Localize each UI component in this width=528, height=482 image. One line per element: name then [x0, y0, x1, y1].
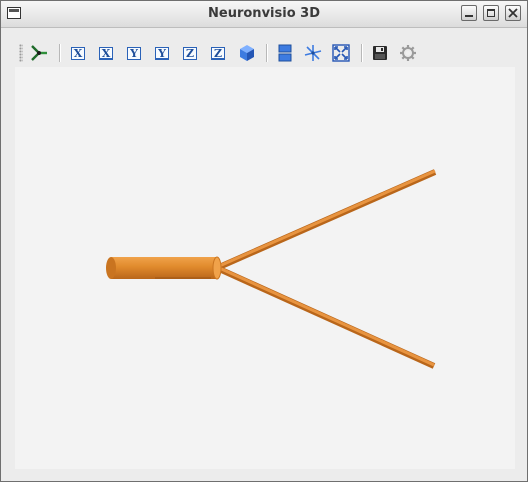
view-x-button[interactable]: X [67, 42, 89, 64]
axis-y-opposite-icon: Y [155, 46, 169, 60]
fit-view-icon [332, 44, 350, 62]
view-x-opposite-button[interactable]: X [95, 42, 117, 64]
fit-all-button[interactable] [330, 42, 352, 64]
toolbar-grip[interactable] [19, 44, 23, 62]
toolbar-separator [266, 44, 268, 62]
app-window: Neuronvisio 3D X X Y Y Z Z [0, 0, 528, 482]
view-z-opposite-button[interactable]: Z [207, 42, 229, 64]
main-toolbar: X X Y Y Z Z [15, 39, 515, 67]
window-title: Neuronvisio 3D [208, 6, 320, 21]
view-y-button[interactable]: Y [123, 42, 145, 64]
view-y-opposite-button[interactable]: Y [151, 42, 173, 64]
maximize-button[interactable] [483, 5, 499, 21]
gear-icon [400, 45, 416, 61]
settings-button[interactable] [397, 42, 419, 64]
axis-x-opposite-icon: X [99, 46, 113, 60]
floppy-disk-icon [373, 46, 387, 60]
close-icon [508, 8, 518, 18]
axis-z-opposite-icon: Z [211, 46, 225, 60]
neuron-scene [106, 169, 437, 369]
axis-x-icon: X [71, 46, 85, 60]
save-button[interactable] [369, 42, 391, 64]
close-button[interactable] [505, 5, 521, 21]
pointer-tripod-icon [31, 45, 47, 61]
toolbar-separator [59, 44, 61, 62]
minimize-button[interactable] [461, 5, 477, 21]
center-view-button[interactable] [302, 42, 324, 64]
upper-dendrite[interactable] [215, 169, 437, 271]
axis-z-icon: Z [183, 46, 197, 60]
cube-icon [240, 45, 254, 61]
toggle-panel-button[interactable] [274, 42, 296, 64]
split-panel-icon [278, 44, 292, 62]
soma-cylinder[interactable] [106, 256, 222, 280]
select-tool-button[interactable] [28, 42, 50, 64]
3d-viewport[interactable] [15, 67, 515, 469]
title-bar[interactable]: Neuronvisio 3D [1, 1, 527, 28]
toolbar-separator [361, 44, 363, 62]
axis-y-icon: Y [127, 46, 141, 60]
lower-dendrite[interactable] [215, 265, 436, 369]
axes-star-icon [304, 45, 322, 61]
view-z-button[interactable]: Z [179, 42, 201, 64]
isometric-view-button[interactable] [236, 42, 258, 64]
